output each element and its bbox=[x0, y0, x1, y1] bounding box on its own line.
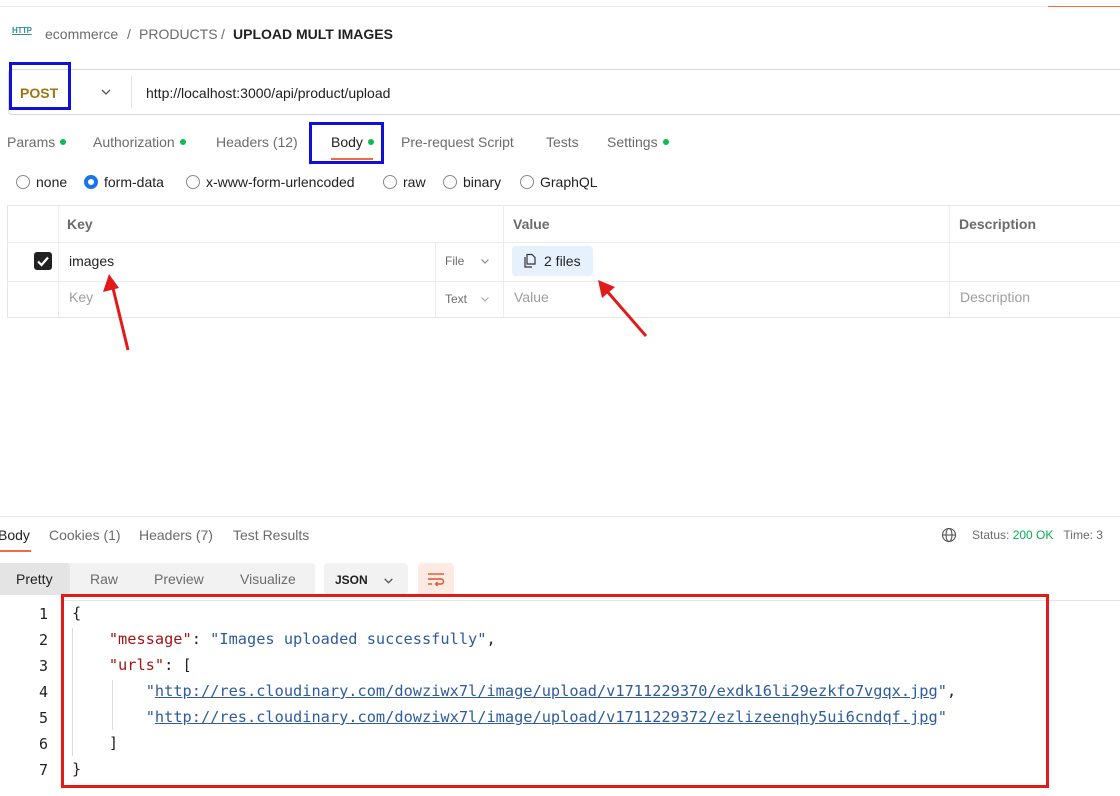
check-icon bbox=[37, 256, 49, 267]
key-input[interactable]: images bbox=[69, 253, 114, 269]
table-divider bbox=[7, 281, 1120, 282]
chevron-down-icon[interactable] bbox=[100, 86, 112, 98]
breadcrumb-folder[interactable]: PRODUCTS bbox=[139, 26, 218, 42]
chevron-down-icon[interactable] bbox=[480, 294, 490, 304]
table-divider bbox=[7, 242, 1120, 243]
radio-none[interactable]: none bbox=[16, 174, 67, 190]
view-visualize-button[interactable]: Visualize bbox=[240, 571, 296, 587]
url-input[interactable]: http://localhost:3000/api/product/upload bbox=[146, 85, 390, 101]
breadcrumb-collection[interactable]: ecommerce bbox=[45, 26, 118, 42]
tab-headers[interactable]: Headers (12) bbox=[216, 134, 298, 150]
wrap-lines-button[interactable] bbox=[418, 563, 454, 595]
annotation-arrow bbox=[103, 274, 130, 351]
response-status: Status: 200 OK Time: 3 bbox=[941, 527, 1103, 543]
line-number: 2 bbox=[38, 631, 48, 649]
breadcrumb-separator: / bbox=[221, 26, 225, 42]
description-placeholder[interactable]: Description bbox=[960, 289, 1030, 305]
response-time[interactable]: Time: 3 bbox=[1063, 528, 1103, 542]
breadcrumb-separator: / bbox=[127, 26, 131, 42]
tab-tests[interactable]: Tests bbox=[546, 134, 579, 150]
request-name[interactable]: UPLOAD MULT IMAGES bbox=[233, 26, 393, 42]
type-select[interactable]: File bbox=[445, 254, 464, 268]
column-divider bbox=[435, 242, 436, 318]
status-code[interactable]: 200 OK bbox=[1013, 528, 1054, 542]
radio-urlencoded[interactable]: x-www-form-urlencoded bbox=[186, 174, 355, 190]
view-preview-button[interactable]: Preview bbox=[154, 571, 204, 587]
wrap-icon bbox=[428, 573, 445, 587]
response-tab-headers[interactable]: Headers (7) bbox=[139, 527, 213, 543]
http-icon: HTTP bbox=[12, 26, 32, 35]
top-accent bbox=[1048, 6, 1120, 7]
column-divider bbox=[58, 205, 59, 318]
response-tab-cookies[interactable]: Cookies (1) bbox=[49, 527, 121, 543]
chevron-down-icon[interactable] bbox=[383, 575, 394, 586]
radio-form-data[interactable]: form-data bbox=[84, 174, 164, 190]
radio-raw[interactable]: raw bbox=[383, 174, 426, 190]
line-number: 7 bbox=[38, 761, 48, 779]
value-placeholder[interactable]: Value bbox=[514, 289, 549, 305]
line-number: 3 bbox=[38, 657, 48, 675]
response-tab-test-results[interactable]: Test Results bbox=[233, 527, 309, 543]
line-number: 6 bbox=[38, 735, 48, 753]
globe-icon[interactable] bbox=[941, 527, 957, 543]
tab-prerequest-script[interactable]: Pre-request Script bbox=[401, 134, 514, 150]
key-placeholder[interactable]: Key bbox=[69, 289, 93, 305]
type-select[interactable]: Text bbox=[445, 292, 467, 306]
top-border bbox=[0, 6, 1120, 7]
view-raw-button[interactable]: Raw bbox=[90, 571, 118, 587]
annotation-box-body bbox=[309, 122, 384, 164]
column-header-key: Key bbox=[67, 216, 93, 232]
active-tab-indicator bbox=[0, 550, 31, 552]
chevron-down-icon[interactable] bbox=[480, 256, 490, 266]
annotation-box-method bbox=[9, 62, 71, 110]
files-icon bbox=[524, 253, 536, 268]
line-number: 4 bbox=[38, 683, 48, 701]
tab-settings[interactable]: Settings bbox=[607, 134, 669, 150]
column-header-value: Value bbox=[513, 216, 550, 232]
row-checkbox[interactable] bbox=[34, 252, 52, 270]
line-number: 1 bbox=[38, 605, 48, 623]
response-tab-body[interactable]: Body bbox=[0, 527, 30, 543]
radio-graphql[interactable]: GraphQL bbox=[520, 174, 598, 190]
status-dot bbox=[179, 139, 186, 145]
files-chip[interactable]: 2 files bbox=[512, 246, 593, 276]
radio-binary[interactable]: binary bbox=[443, 174, 501, 190]
status-dot bbox=[662, 139, 669, 145]
url-divider bbox=[131, 76, 132, 108]
column-header-description: Description bbox=[959, 216, 1037, 232]
view-pretty-button[interactable]: Pretty bbox=[16, 571, 53, 587]
annotation-box-response bbox=[61, 594, 1049, 788]
tab-params[interactable]: Params bbox=[7, 134, 67, 150]
column-divider bbox=[503, 205, 504, 318]
column-divider bbox=[949, 205, 950, 318]
tab-authorization[interactable]: Authorization bbox=[93, 134, 186, 150]
line-number: 5 bbox=[38, 709, 48, 727]
format-label: JSON bbox=[335, 573, 368, 587]
response-divider bbox=[0, 516, 1120, 517]
annotation-arrow bbox=[598, 280, 648, 337]
status-dot bbox=[60, 139, 67, 145]
